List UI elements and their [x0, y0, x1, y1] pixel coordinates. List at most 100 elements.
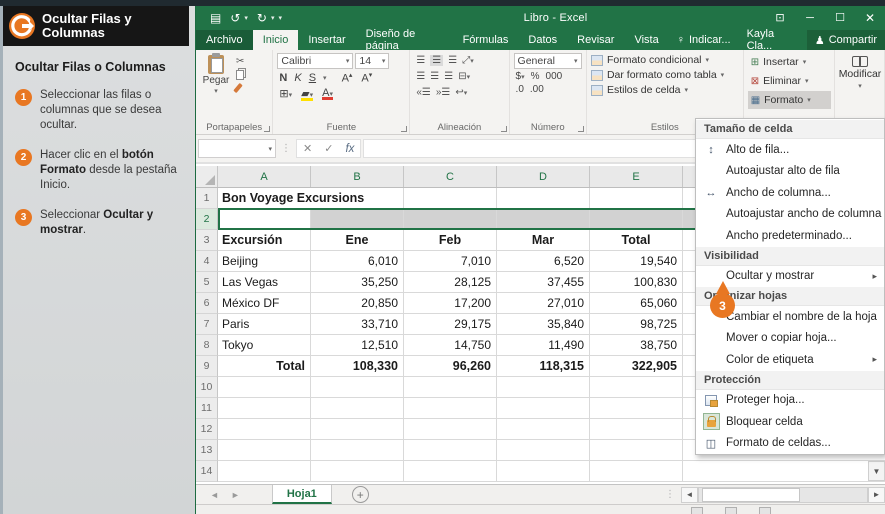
undo-dropdown-icon[interactable]: ▾ — [244, 14, 248, 22]
cell[interactable]: 7,010 — [404, 251, 497, 272]
menu-item-formato-de-celdas[interactable]: ◫Formato de celdas... — [696, 433, 884, 455]
menu-item-autoajustar-ancho-de-columna[interactable]: Autoajustar ancho de columna — [696, 204, 884, 226]
decrease-decimal-button[interactable]: .00 — [530, 84, 544, 95]
name-box[interactable]: ▾ — [198, 139, 276, 158]
format-button[interactable]: ▦Formato▾ — [748, 91, 831, 109]
font-color-button[interactable]: A▾ — [322, 87, 333, 99]
share-button[interactable]: ♟Compartir — [807, 30, 885, 50]
paste-button[interactable]: Pegar ▾ — [200, 53, 232, 121]
row-header-12[interactable]: 12 — [196, 419, 218, 440]
cell[interactable] — [497, 210, 590, 228]
cell[interactable] — [590, 461, 683, 482]
cell[interactable] — [590, 398, 683, 419]
tab-datos[interactable]: Datos — [518, 30, 567, 50]
cell[interactable]: Tokyo — [218, 335, 311, 356]
number-dialog-launcher-icon[interactable] — [578, 126, 584, 132]
align-bottom-icon[interactable]: ☰ — [448, 55, 457, 66]
underline-dropdown-icon[interactable]: ▾ — [323, 74, 327, 82]
redo-icon[interactable]: ↻ — [257, 12, 267, 24]
scrollbar-grip-icon[interactable]: ⋮ — [659, 489, 681, 500]
column-header-a[interactable]: A — [218, 166, 311, 187]
sheet-tab-hoja1[interactable]: Hoja1 — [272, 485, 332, 504]
currency-button[interactable]: $▾ — [516, 71, 525, 82]
cell[interactable]: 20,850 — [311, 293, 404, 314]
menu-item-mover-o-copiar-hoja[interactable]: Mover o copiar hoja... — [696, 328, 884, 350]
cell[interactable] — [497, 419, 590, 440]
cell[interactable] — [311, 419, 404, 440]
cell[interactable]: 35,840 — [497, 314, 590, 335]
undo-icon[interactable]: ↺ — [230, 12, 240, 24]
row-header-4[interactable]: 4 — [196, 251, 218, 272]
cut-icon[interactable]: ✂ — [236, 56, 244, 67]
view-layout-icon[interactable] — [725, 507, 737, 514]
cell[interactable] — [311, 377, 404, 398]
cell[interactable] — [404, 188, 497, 209]
increase-decimal-button[interactable]: .0 — [516, 84, 524, 95]
tell-me-button[interactable]: ♀Indicar... — [669, 30, 739, 50]
format-as-table-button[interactable]: Dar formato como tabla▾ — [591, 69, 740, 81]
row-header-2[interactable]: 2 — [196, 209, 218, 230]
format-painter-icon[interactable] — [233, 83, 242, 93]
row-header-1[interactable]: 1 — [196, 188, 218, 209]
cell[interactable]: 65,060 — [590, 293, 683, 314]
cell[interactable] — [218, 398, 311, 419]
menu-item-autoajustar-alto-de-fila[interactable]: Autoajustar alto de fila — [696, 161, 884, 183]
scroll-left-icon[interactable]: ◄ — [681, 487, 698, 503]
row-header-14[interactable]: 14 — [196, 461, 218, 482]
percent-button[interactable]: % — [531, 71, 540, 82]
menu-item-alto-de-fila[interactable]: ↕Alto de fila... — [696, 139, 884, 161]
insert-function-icon[interactable]: fx — [345, 143, 354, 155]
cell[interactable] — [497, 377, 590, 398]
cell[interactable] — [590, 188, 683, 209]
cell[interactable]: Total — [218, 356, 311, 377]
cell[interactable]: Feb — [404, 230, 497, 251]
row-header-8[interactable]: 8 — [196, 335, 218, 356]
cell[interactable]: 28,125 — [404, 272, 497, 293]
menu-item-bloquear-celda[interactable]: Bloquear celda — [696, 411, 884, 433]
cell[interactable]: Excursión — [218, 230, 311, 251]
cell[interactable] — [404, 440, 497, 461]
qat-customize-icon[interactable]: ▾ — [279, 14, 283, 22]
tab-fórmulas[interactable]: Fórmulas — [453, 30, 519, 50]
cell[interactable]: Bon Voyage Excursions — [218, 188, 404, 209]
comma-style-button[interactable]: 000 — [546, 71, 563, 82]
cell[interactable]: 6,520 — [497, 251, 590, 272]
bold-button[interactable]: N — [279, 72, 287, 84]
tab-inicio[interactable]: Inicio — [253, 30, 299, 50]
row-header-7[interactable]: 7 — [196, 314, 218, 335]
cell[interactable] — [497, 461, 590, 482]
tab-revisar[interactable]: Revisar — [567, 30, 624, 50]
borders-button[interactable]: ⊞▾ — [279, 87, 292, 100]
cell[interactable]: 98,725 — [590, 314, 683, 335]
cell[interactable]: 14,750 — [404, 335, 497, 356]
cell[interactable] — [590, 440, 683, 461]
scroll-right-icon[interactable]: ► — [868, 487, 885, 503]
cell[interactable] — [218, 440, 311, 461]
menu-item-color-de-etiqueta[interactable]: Color de etiqueta▸ — [696, 349, 884, 371]
cell[interactable]: 38,750 — [590, 335, 683, 356]
cell[interactable]: Ene — [311, 230, 404, 251]
cell[interactable]: Paris — [218, 314, 311, 335]
scroll-track[interactable] — [698, 487, 868, 503]
align-right-icon[interactable]: ☰ — [444, 71, 453, 82]
cell[interactable] — [404, 419, 497, 440]
shrink-font-button[interactable]: A▾ — [361, 71, 372, 85]
cell[interactable]: 108,330 — [311, 356, 404, 377]
cancel-icon[interactable]: ✕ — [303, 142, 312, 155]
merge-center-icon[interactable]: ⊟▾ — [458, 71, 470, 82]
row-header-3[interactable]: 3 — [196, 230, 218, 251]
column-header-c[interactable]: C — [404, 166, 497, 187]
increase-indent-icon[interactable]: »☰ — [436, 87, 451, 98]
cell[interactable]: Mar — [497, 230, 590, 251]
sheet-next-icon[interactable]: ► — [231, 490, 240, 500]
scroll-down-icon[interactable]: ▼ — [868, 461, 885, 481]
cell[interactable] — [218, 377, 311, 398]
menu-item-ancho-predeterminado[interactable]: Ancho predeterminado... — [696, 225, 884, 247]
cell[interactable]: México DF — [218, 293, 311, 314]
cell[interactable] — [404, 210, 497, 228]
tab-archivo[interactable]: Archivo — [196, 30, 253, 50]
cell[interactable]: 35,250 — [311, 272, 404, 293]
tab-diseño-de-página[interactable]: Diseño de página — [356, 30, 453, 50]
cell[interactable] — [497, 398, 590, 419]
select-all-corner[interactable] — [196, 166, 218, 187]
